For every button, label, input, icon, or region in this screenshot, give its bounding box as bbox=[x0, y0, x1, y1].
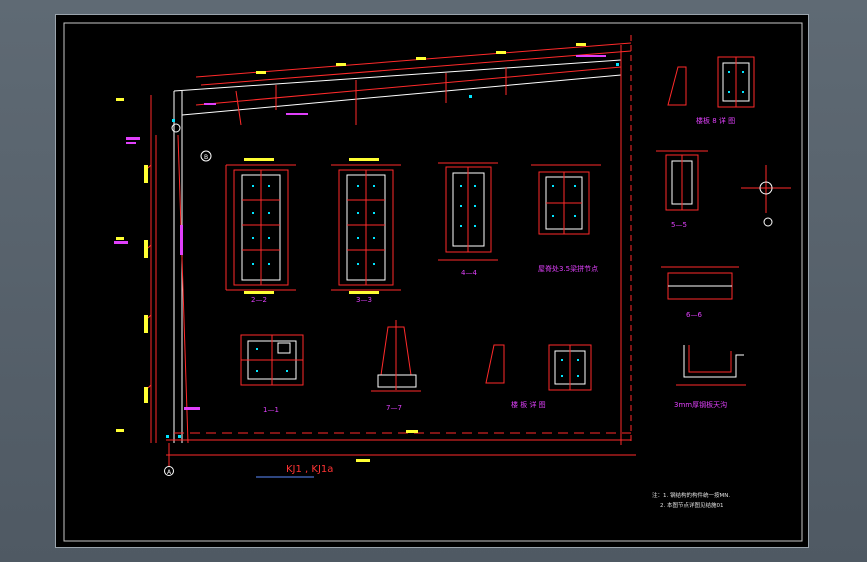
node-marker bbox=[171, 123, 181, 133]
section-4-4 bbox=[438, 162, 498, 261]
section-label-5-5: 5—5 bbox=[671, 221, 687, 229]
section-1-1 bbox=[240, 334, 304, 386]
section-label-7-7: 7—7 bbox=[386, 404, 402, 412]
notes-line-1: 注：1. 钢结构的构件统一按MN. bbox=[652, 491, 730, 499]
frame-caption: KJ1 , KJ1a bbox=[286, 464, 333, 475]
section-6-6 bbox=[661, 266, 739, 300]
notes-line-2: 2. 本图节点详图见结施01 bbox=[660, 501, 724, 509]
stiffener-detail bbox=[485, 344, 592, 391]
drawing-border bbox=[63, 22, 803, 542]
gutter-detail bbox=[676, 345, 746, 386]
section-label-6-6: 6—6 bbox=[686, 311, 702, 319]
axis-bubble-a: A bbox=[164, 466, 174, 476]
axis-bubble-b: B bbox=[200, 150, 212, 162]
ridge-splice-label: 屋脊处3.5梁拼节点 bbox=[538, 264, 598, 273]
stiffener-8-detail bbox=[667, 56, 755, 108]
svg-text:B: B bbox=[204, 154, 208, 161]
drawing-sheet: A B KJ1 , KJ1a 2—2 3—3 4—4 屋脊处3.5梁拼节点 1—… bbox=[55, 14, 809, 548]
section-5-5 bbox=[656, 150, 708, 211]
section-3-3-dims bbox=[349, 158, 379, 294]
section-label-3-3: 3—3 bbox=[356, 296, 372, 304]
section-2-2 bbox=[225, 164, 296, 291]
section-3-3 bbox=[331, 164, 401, 291]
ridge-splice-detail bbox=[531, 164, 601, 235]
cad-drawing: A B KJ1 , KJ1a 2—2 3—3 4—4 屋脊处3.5梁拼节点 1—… bbox=[63, 22, 803, 542]
frame-annotation-blobs bbox=[114, 55, 606, 410]
section-label-2-2: 2—2 bbox=[251, 296, 267, 304]
column-connection-detail bbox=[741, 165, 791, 227]
stiffener-8-label: 楼板 8 详 图 bbox=[696, 116, 735, 125]
stiffener-label: 楼 板 详 图 bbox=[511, 400, 546, 409]
section-2-2-dims bbox=[244, 158, 274, 294]
portal-frame-elevation bbox=[147, 35, 636, 467]
section-label-4-4: 4—4 bbox=[461, 269, 477, 277]
section-label-1-1: 1—1 bbox=[263, 406, 279, 414]
gutter-label: 3mm厚钢板天沟 bbox=[674, 400, 727, 409]
section-7-7 bbox=[371, 320, 421, 392]
